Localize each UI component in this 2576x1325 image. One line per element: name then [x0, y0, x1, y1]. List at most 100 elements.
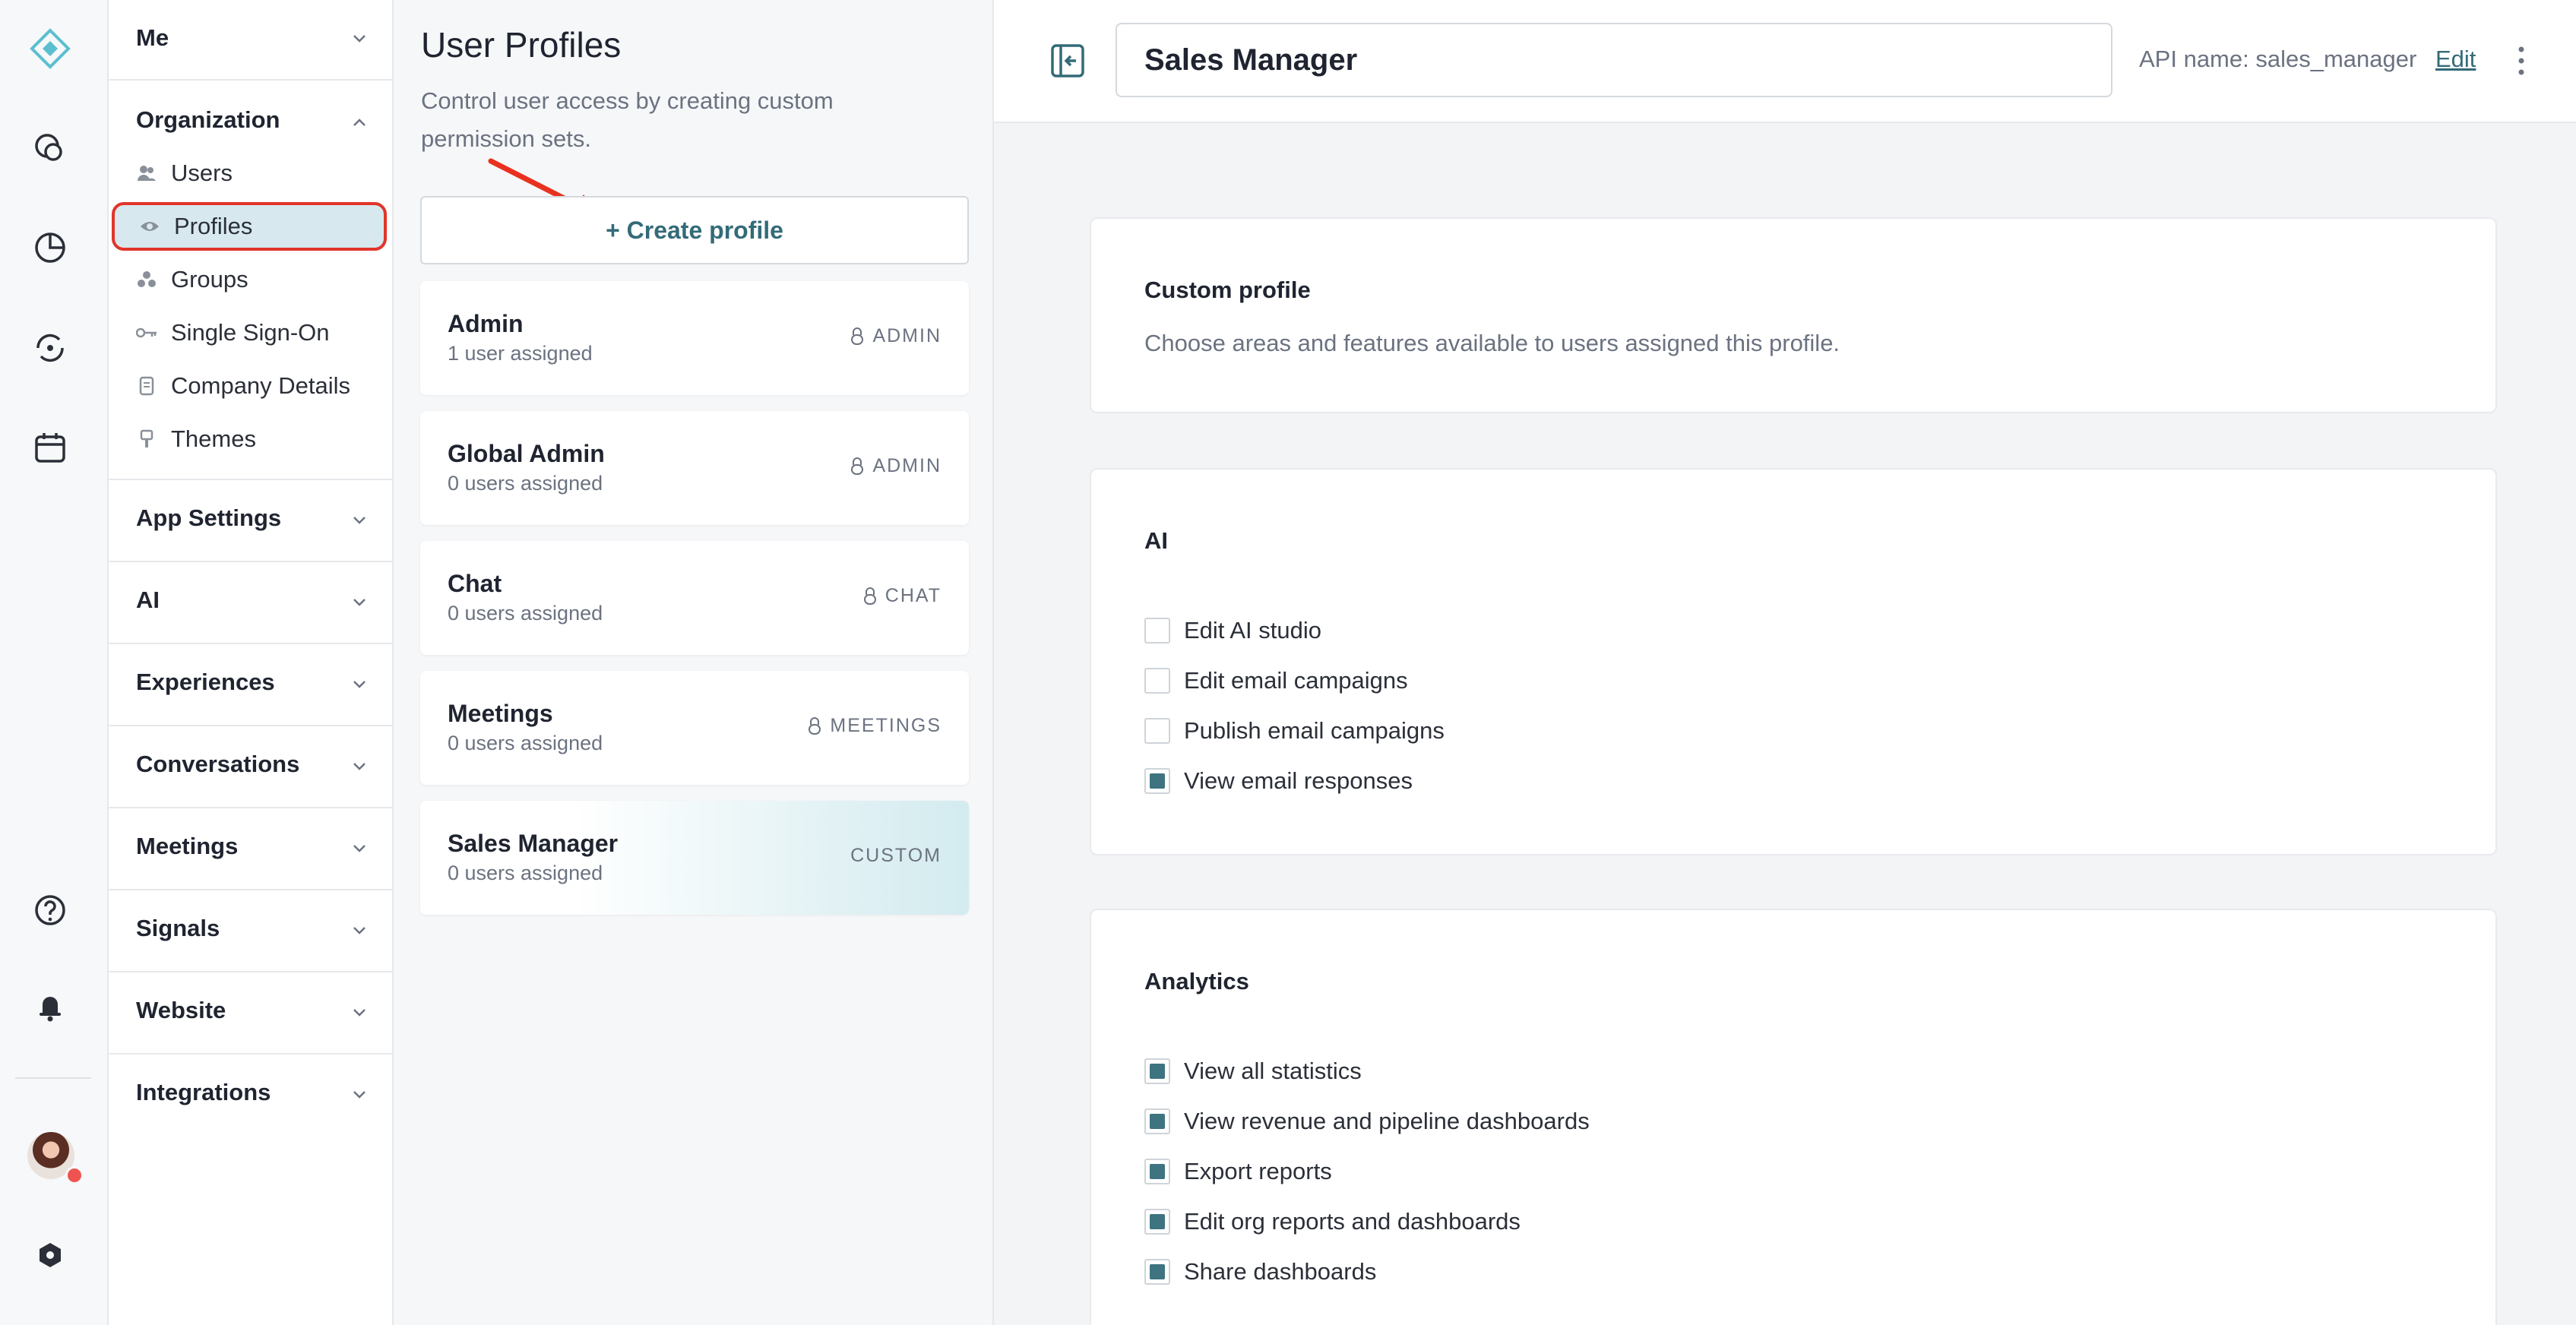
- panel-description: Choose areas and features available to u…: [1144, 330, 1840, 356]
- section-label: Integrations: [136, 1079, 271, 1105]
- permission-checkbox-row[interactable]: View revenue and pipeline dashboards: [1144, 1106, 1590, 1137]
- more-options-icon[interactable]: [2514, 44, 2529, 77]
- chevron-down-icon: [353, 927, 366, 934]
- profile-name: Sales Manager: [448, 830, 619, 857]
- profile-card-chat[interactable]: Chat 0 users assigned CHAT: [420, 541, 969, 655]
- checkbox-checked[interactable]: [1144, 1058, 1170, 1084]
- sidebar-item-users[interactable]: Users: [136, 150, 233, 196]
- notifications-bell-icon[interactable]: [27, 983, 73, 1029]
- permission-label: Publish email campaigns: [1184, 717, 1445, 744]
- section-meetings[interactable]: Meetings: [109, 810, 392, 890]
- checkbox[interactable]: [1144, 618, 1170, 644]
- status-dot: [65, 1166, 84, 1184]
- profile-name: Admin: [448, 310, 524, 337]
- collapse-panel-icon[interactable]: [1049, 42, 1087, 80]
- section-experiences[interactable]: Experiences: [109, 646, 392, 726]
- section-integrations[interactable]: Integrations: [109, 1056, 392, 1137]
- key-icon: [136, 322, 157, 343]
- profile-card-global-admin[interactable]: Global Admin 0 users assigned ADMIN: [420, 411, 969, 525]
- page-description: Control user access by creating custom p…: [421, 87, 834, 152]
- checkbox[interactable]: [1144, 718, 1170, 744]
- rail-divider: [15, 1077, 91, 1079]
- panel-title: AI: [1144, 527, 1168, 554]
- settings-hex-icon[interactable]: [27, 1232, 73, 1278]
- profile-name: Global Admin: [448, 440, 605, 467]
- checkbox-checked[interactable]: [1144, 1159, 1170, 1184]
- checkbox-checked[interactable]: [1144, 1108, 1170, 1134]
- permission-checkbox-row[interactable]: Share dashboards: [1144, 1257, 1376, 1287]
- app-logo-icon[interactable]: [27, 26, 73, 71]
- section-me[interactable]: Me: [109, 0, 392, 81]
- section-label: Experiences: [136, 669, 275, 695]
- detail-header: API name: sales_manager Edit: [994, 0, 2576, 123]
- api-name-label: API name: sales_manager: [2139, 46, 2417, 72]
- sidebar-item-groups[interactable]: Groups: [136, 257, 248, 302]
- sidebar-item-themes[interactable]: Themes: [136, 416, 256, 462]
- profile-tag-label: ADMIN: [872, 455, 941, 476]
- section-label: Conversations: [136, 751, 300, 777]
- permission-label: Edit org reports and dashboards: [1184, 1208, 1521, 1235]
- chevron-down-icon: [353, 1009, 366, 1017]
- permission-checkbox-row[interactable]: Publish email campaigns: [1144, 716, 1445, 746]
- sidebar-item-label: Company Details: [171, 372, 351, 399]
- groups-icon: [136, 269, 157, 290]
- profile-count: 0 users assigned: [448, 472, 603, 495]
- profile-tag: CUSTOM: [850, 845, 941, 867]
- panel-title: Custom profile: [1144, 277, 1311, 303]
- chat-icon[interactable]: [27, 126, 73, 172]
- section-website[interactable]: Website: [109, 974, 392, 1055]
- edit-api-name-link[interactable]: Edit: [2435, 46, 2476, 73]
- section-app-settings[interactable]: App Settings: [109, 482, 392, 562]
- profile-tag: ADMIN: [850, 455, 941, 477]
- permission-label: View revenue and pipeline dashboards: [1184, 1108, 1590, 1134]
- permission-checkbox-row[interactable]: View all statistics: [1144, 1056, 1362, 1086]
- profile-tag-label: MEETINGS: [830, 715, 941, 736]
- users-icon: [136, 163, 157, 184]
- sidebar-item-single-sign-on[interactable]: Single Sign-On: [136, 310, 330, 356]
- profile-count: 0 users assigned: [448, 862, 603, 884]
- sidebar-item-profiles[interactable]: Profiles: [112, 202, 387, 251]
- create-profile-button[interactable]: + Create profile: [420, 196, 969, 264]
- permission-label: Export reports: [1184, 1158, 1332, 1184]
- custom-profile-panel: Custom profile Choose areas and features…: [1090, 217, 2497, 413]
- permission-checkbox-row[interactable]: Export reports: [1144, 1156, 1332, 1187]
- section-organization-label[interactable]: Organization: [136, 106, 280, 134]
- chevron-down-icon: [353, 599, 366, 606]
- profile-card-sales-manager[interactable]: Sales Manager 0 users assigned CUSTOM: [420, 801, 969, 915]
- help-icon[interactable]: [27, 887, 73, 933]
- checkbox-checked[interactable]: [1144, 1209, 1170, 1235]
- page-title: User Profiles: [421, 25, 622, 65]
- chevron-up-icon[interactable]: [350, 112, 369, 132]
- sidebar-item-company-details[interactable]: Company Details: [136, 363, 350, 409]
- analytics-pie-icon[interactable]: [27, 225, 73, 270]
- calendar-icon[interactable]: [27, 425, 73, 471]
- section-signals[interactable]: Signals: [109, 892, 392, 972]
- permission-checkbox-row[interactable]: View email responses: [1144, 766, 1413, 796]
- signals-icon[interactable]: [27, 325, 73, 371]
- section-ai[interactable]: AI: [109, 564, 392, 644]
- settings-sidebar: Me Organization Users Profiles Groups Si…: [109, 0, 394, 1325]
- permission-checkbox-row[interactable]: Edit AI studio: [1144, 615, 1321, 646]
- permission-checkbox-row[interactable]: Edit email campaigns: [1144, 666, 1408, 696]
- permission-label: Edit email campaigns: [1184, 667, 1408, 694]
- lock-icon: [851, 457, 864, 475]
- chevron-down-icon: [353, 517, 366, 524]
- permission-checkbox-row[interactable]: Edit org reports and dashboards: [1144, 1206, 1521, 1237]
- profile-name: Meetings: [448, 700, 553, 727]
- sidebar-item-label: Groups: [171, 266, 248, 293]
- checkbox-checked[interactable]: [1144, 768, 1170, 794]
- profile-card-admin[interactable]: Admin 1 user assigned ADMIN: [420, 281, 969, 395]
- checkbox[interactable]: [1144, 668, 1170, 694]
- profile-count: 0 users assigned: [448, 602, 603, 625]
- profile-card-meetings[interactable]: Meetings 0 users assigned MEETINGS: [420, 671, 969, 785]
- section-label: Meetings: [136, 833, 239, 859]
- checkbox-checked[interactable]: [1144, 1259, 1170, 1285]
- section-conversations[interactable]: Conversations: [109, 728, 392, 808]
- section-me-label: Me: [136, 24, 169, 51]
- profile-tag-label: ADMIN: [872, 325, 941, 346]
- chevron-down-icon: [353, 1091, 366, 1099]
- profile-name-input[interactable]: [1116, 23, 2112, 97]
- profile-count: 0 users assigned: [448, 732, 603, 754]
- panel-title: Analytics: [1144, 968, 1249, 995]
- icon-rail: [0, 0, 109, 1325]
